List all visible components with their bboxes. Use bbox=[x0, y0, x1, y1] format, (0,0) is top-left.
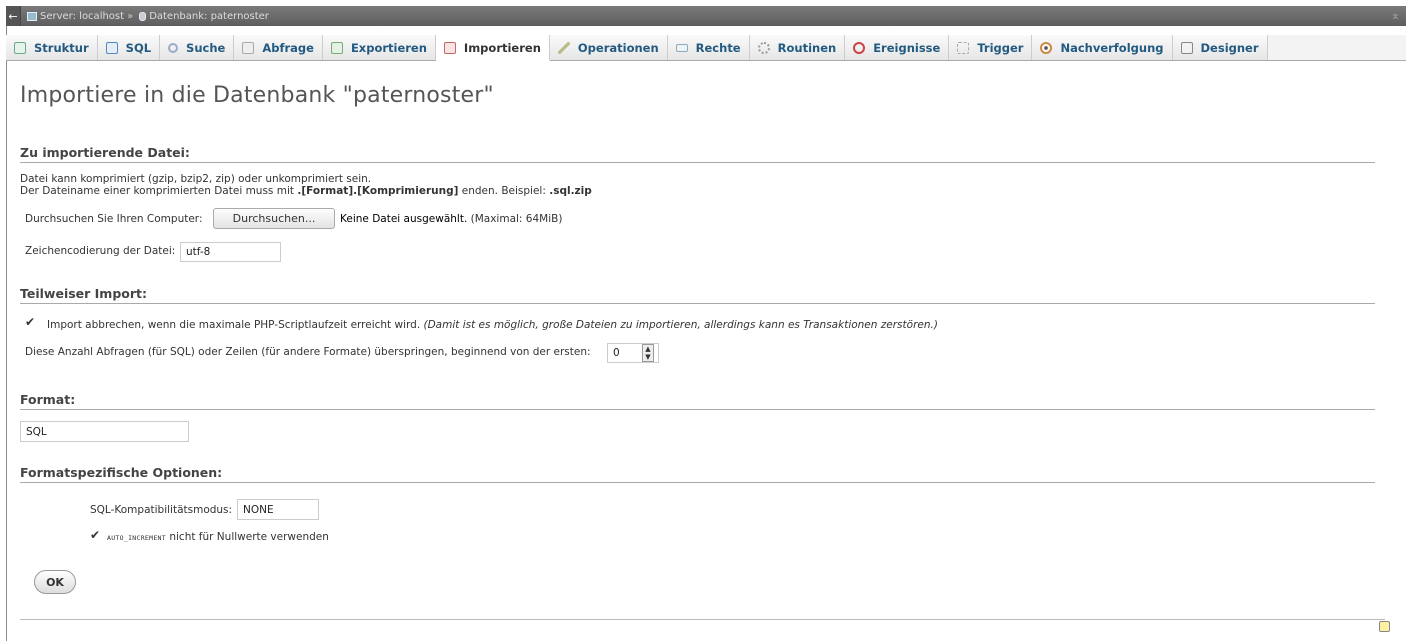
tab-label: Importieren bbox=[463, 40, 541, 55]
tab-bar: Struktur SQL Suche Abfrage Exportieren I… bbox=[6, 35, 1406, 61]
section-heading-options: Formatspezifische Optionen: bbox=[20, 465, 1375, 483]
search-icon bbox=[168, 42, 179, 53]
import-icon bbox=[443, 41, 456, 54]
format-select[interactable]: SQL bbox=[20, 421, 189, 442]
filename-format: .[Format].[Komprimierung] bbox=[297, 185, 459, 197]
page-title: Importiere in die Datenbank "paternoster… bbox=[20, 83, 494, 108]
max-size: (Maximal: 64MiB) bbox=[470, 213, 563, 225]
abort-note: (Damit ist es möglich, große Dateien zu … bbox=[423, 319, 938, 331]
tab-suche[interactable]: Suche bbox=[160, 35, 235, 60]
ok-button[interactable]: OK bbox=[34, 570, 76, 594]
auto-increment-code: AUTO_INCREMENT bbox=[107, 534, 166, 542]
compat-select[interactable]: NONE bbox=[237, 499, 319, 520]
tab-label: SQL bbox=[125, 40, 152, 55]
skip-label: Diese Anzahl Abfragen (für SQL) oder Zei… bbox=[25, 346, 591, 358]
section-heading-partial: Teilweiser Import: bbox=[20, 286, 1375, 304]
filename-example: .sql.zip bbox=[549, 185, 592, 197]
section-heading-format: Format: bbox=[20, 392, 1375, 410]
collapse-icon[interactable]: ⌅ bbox=[1391, 9, 1400, 22]
tab-exportieren[interactable]: Exportieren bbox=[322, 35, 436, 60]
tab-ereignisse[interactable]: Ereignisse bbox=[845, 35, 950, 60]
clock-icon bbox=[853, 41, 866, 54]
back-arrow-icon[interactable]: ← bbox=[6, 6, 21, 26]
tab-abfrage[interactable]: Abfrage bbox=[234, 35, 323, 60]
abort-checkbox[interactable]: ✔ bbox=[25, 315, 35, 329]
routines-icon bbox=[757, 41, 770, 54]
tab-label: Routinen bbox=[777, 40, 837, 55]
tab-label: Struktur bbox=[34, 40, 89, 55]
compat-label: SQL-Kompatibilitätsmodus: bbox=[90, 504, 233, 516]
tab-label: Ereignisse bbox=[873, 40, 941, 55]
no-file-text: Keine Datei ausgewählt. bbox=[340, 213, 468, 225]
sql-icon bbox=[105, 41, 118, 54]
tab-struktur[interactable]: Struktur bbox=[6, 35, 98, 60]
tab-label: Suche bbox=[186, 40, 226, 55]
abort-text: Import abbrechen, wenn die maximale PHP-… bbox=[47, 319, 421, 331]
tab-importieren[interactable]: Importieren bbox=[435, 35, 550, 61]
auto-increment-text: nicht für Nullwerte verwenden bbox=[169, 531, 329, 543]
tab-label: Operationen bbox=[577, 40, 659, 55]
tab-label: Nachverfolgung bbox=[1060, 40, 1164, 55]
breadcrumb-separator: » bbox=[127, 10, 134, 22]
tab-rechte[interactable]: Rechte bbox=[667, 35, 750, 60]
wrench-icon bbox=[557, 41, 570, 54]
charset-label: Zeichencodierung der Datei: bbox=[25, 245, 176, 257]
query-icon bbox=[242, 41, 255, 54]
eye-icon bbox=[1040, 41, 1053, 54]
database-icon bbox=[139, 11, 147, 21]
browse-button[interactable]: Durchsuchen... bbox=[213, 208, 335, 229]
breadcrumb: ← Server: localhost » Datenbank: paterno… bbox=[6, 6, 1406, 26]
export-icon bbox=[330, 41, 343, 54]
console-toggle-icon[interactable] bbox=[1379, 621, 1390, 632]
tab-operationen[interactable]: Operationen bbox=[549, 35, 668, 60]
abort-label: Import abbrechen, wenn die maximale PHP-… bbox=[47, 319, 938, 331]
tab-trigger[interactable]: Trigger bbox=[949, 35, 1033, 60]
filename-info-text-2: enden. Beispiel: bbox=[458, 185, 550, 197]
auto-increment-label: AUTO_INCREMENT nicht für Nullwerte verwe… bbox=[107, 531, 329, 543]
tab-label: Trigger bbox=[977, 40, 1024, 55]
tab-label: Rechte bbox=[695, 40, 741, 55]
compression-info: Datei kann komprimiert (gzip, bzip2, zip… bbox=[20, 173, 372, 185]
tab-routinen[interactable]: Routinen bbox=[749, 35, 846, 60]
filename-info: Der Dateiname einer komprimierten Datei … bbox=[20, 185, 592, 197]
tab-label: Abfrage bbox=[262, 40, 314, 55]
auto-increment-checkbox[interactable]: ✔ bbox=[90, 528, 100, 542]
trigger-icon bbox=[957, 41, 970, 54]
designer-icon bbox=[1180, 41, 1193, 54]
section-heading-file: Zu importierende Datei: bbox=[20, 145, 1375, 163]
footer-divider bbox=[20, 619, 1385, 620]
server-icon bbox=[27, 11, 37, 21]
tab-sql[interactable]: SQL bbox=[97, 35, 161, 60]
charset-input[interactable]: utf-8 bbox=[180, 242, 281, 262]
file-status: Keine Datei ausgewählt. (Maximal: 64MiB) bbox=[340, 213, 562, 225]
filename-info-text: Der Dateiname einer komprimierten Datei … bbox=[20, 185, 298, 197]
spinner-arrows-icon[interactable]: ▲ ▼ bbox=[642, 344, 654, 362]
tab-nachverfolgung[interactable]: Nachverfolgung bbox=[1032, 35, 1173, 60]
breadcrumb-database[interactable]: Datenbank: paternoster bbox=[149, 11, 269, 22]
browse-label: Durchsuchen Sie Ihren Computer: bbox=[25, 213, 203, 225]
privileges-icon bbox=[675, 43, 688, 52]
tab-label: Designer bbox=[1200, 40, 1259, 55]
structure-icon bbox=[14, 41, 26, 54]
tab-label: Exportieren bbox=[350, 40, 427, 55]
breadcrumb-server[interactable]: Server: localhost bbox=[40, 11, 124, 22]
tab-designer[interactable]: Designer bbox=[1172, 35, 1268, 60]
